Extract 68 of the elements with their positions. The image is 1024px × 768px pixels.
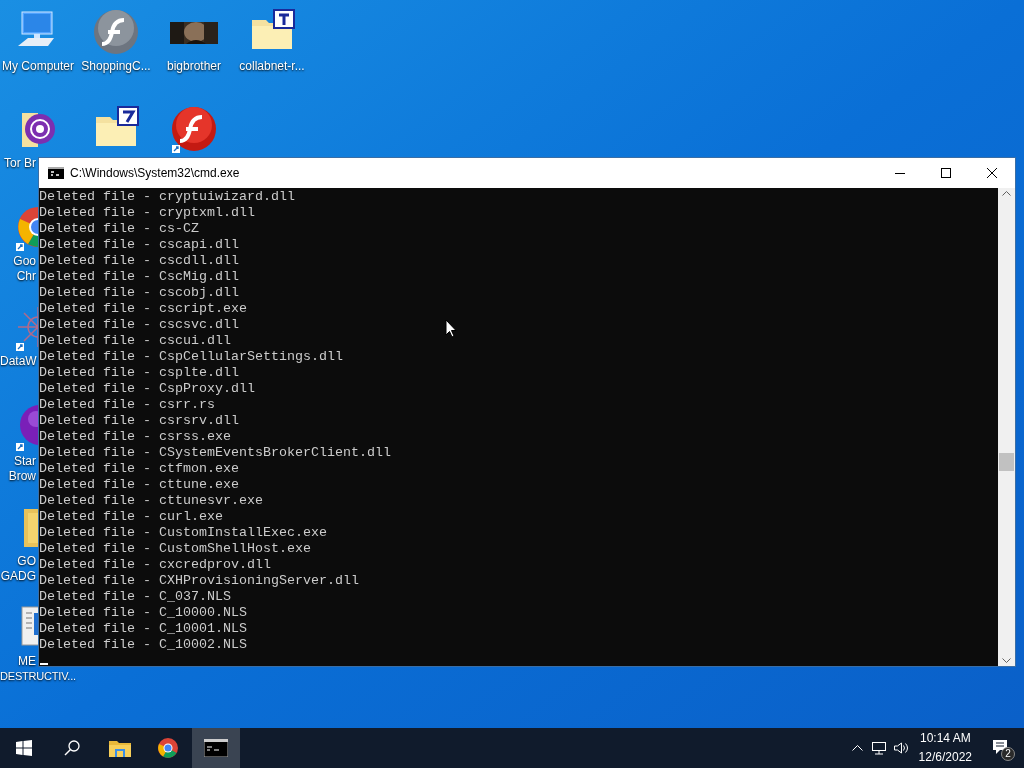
console-line: Deleted file - CspProxy.dll [39, 381, 255, 397]
scroll-down-icon[interactable] [1002, 658, 1011, 663]
console-line: Deleted file - cscript.exe [39, 301, 247, 317]
icon-label[interactable]: GADG [0, 569, 36, 584]
network-icon[interactable] [870, 741, 887, 755]
console-line: Deleted file - cttune.exe [39, 477, 239, 493]
mouse-pointer-icon [445, 319, 457, 338]
console-line: Deleted file - CustomInstallExec.exe [39, 525, 327, 541]
text-cursor [40, 663, 48, 665]
console-line: Deleted file - CustomShellHost.exe [39, 541, 311, 557]
icon-label[interactable]: Tor Br [0, 156, 36, 171]
console-line: Deleted file - cscdll.dll [39, 253, 239, 269]
scrollbar-thumb[interactable] [999, 453, 1014, 471]
flash-icon[interactable] [170, 105, 218, 153]
icon-label[interactable]: Star [0, 454, 36, 469]
console-line: Deleted file - CspCellularSettings.dll [39, 349, 343, 365]
icon-label[interactable]: ME [0, 654, 36, 669]
icon-label[interactable]: My Computer [2, 59, 74, 74]
icon-label[interactable]: collabnet-r... [239, 59, 305, 74]
icon-label[interactable]: Chr [0, 269, 36, 284]
clock-time[interactable]: 10:14 AM [919, 729, 971, 748]
console-line: Deleted file - cttunesvr.exe [39, 493, 263, 509]
icon-label[interactable]: Brow [0, 469, 36, 484]
console-line: Deleted file - cs-CZ [39, 221, 199, 237]
console-line: Deleted file - CXHProvisioningServer.dll [39, 573, 359, 589]
close-icon [987, 168, 997, 178]
console-line: Deleted file - cryptxml.dll [39, 205, 255, 221]
volume-icon[interactable] [892, 741, 909, 755]
search-icon [64, 740, 80, 756]
icon-label[interactable]: DESTRUCTIV... [0, 669, 76, 684]
flash-icon[interactable] [92, 8, 140, 56]
console-line: Deleted file - CSystemEventsBrokerClient.dll [39, 445, 391, 461]
console-line: Deleted file - csrr.rs [39, 397, 215, 413]
folder-icon [109, 739, 131, 757]
console-line: Deleted file - C_037.NLS [39, 589, 231, 605]
console-line: Deleted file - cryptuiwizard.dll [39, 189, 295, 205]
console-line: Deleted file - csrss.exe [39, 429, 231, 445]
console-line: Deleted file - C_10002.NLS [39, 637, 247, 653]
icon-label[interactable]: ShoppingC... [81, 59, 151, 74]
console-icon [48, 167, 64, 179]
maximize-icon [941, 168, 951, 178]
console-line: Deleted file - C_10000.NLS [39, 605, 247, 621]
icon-label[interactable]: DataW [0, 354, 36, 369]
clock-date[interactable]: 12/6/2022 [918, 748, 972, 767]
window-title: C:\Windows\System32\cmd.exe [70, 165, 240, 182]
console-line: Deleted file - cscui.dll [39, 333, 231, 349]
chevron-up-icon[interactable] [851, 745, 863, 751]
icon-label[interactable]: GO [0, 554, 36, 569]
icon-label[interactable]: bigbrother [166, 59, 221, 74]
console-line: Deleted file - ctfmon.exe [39, 461, 239, 477]
console-line: Deleted file - cscsvc.dll [39, 317, 239, 333]
scroll-up-icon[interactable] [1002, 191, 1011, 196]
console-line: Deleted file - cxcredprov.dll [39, 557, 271, 573]
console-line: Deleted file - CscMig.dll [39, 269, 239, 285]
chrome-icon [156, 736, 180, 760]
icon-label[interactable]: Goo [0, 254, 36, 269]
console-line: Deleted file - cscapi.dll [39, 237, 239, 253]
minimize-icon [895, 172, 905, 174]
console-line: Deleted file - C_10001.NLS [39, 621, 247, 637]
notification-count: 2 [1001, 747, 1015, 761]
console-line: Deleted file - csplte.dll [39, 365, 239, 381]
console-line: Deleted file - curl.exe [39, 509, 223, 525]
console-line: Deleted file - cscobj.dll [39, 285, 239, 301]
scrollbar[interactable] [998, 188, 1015, 666]
console-line: Deleted file - csrsrv.dll [39, 413, 239, 429]
taskbar-button[interactable] [192, 728, 240, 768]
console-icon [204, 739, 228, 757]
start-icon [16, 740, 32, 756]
